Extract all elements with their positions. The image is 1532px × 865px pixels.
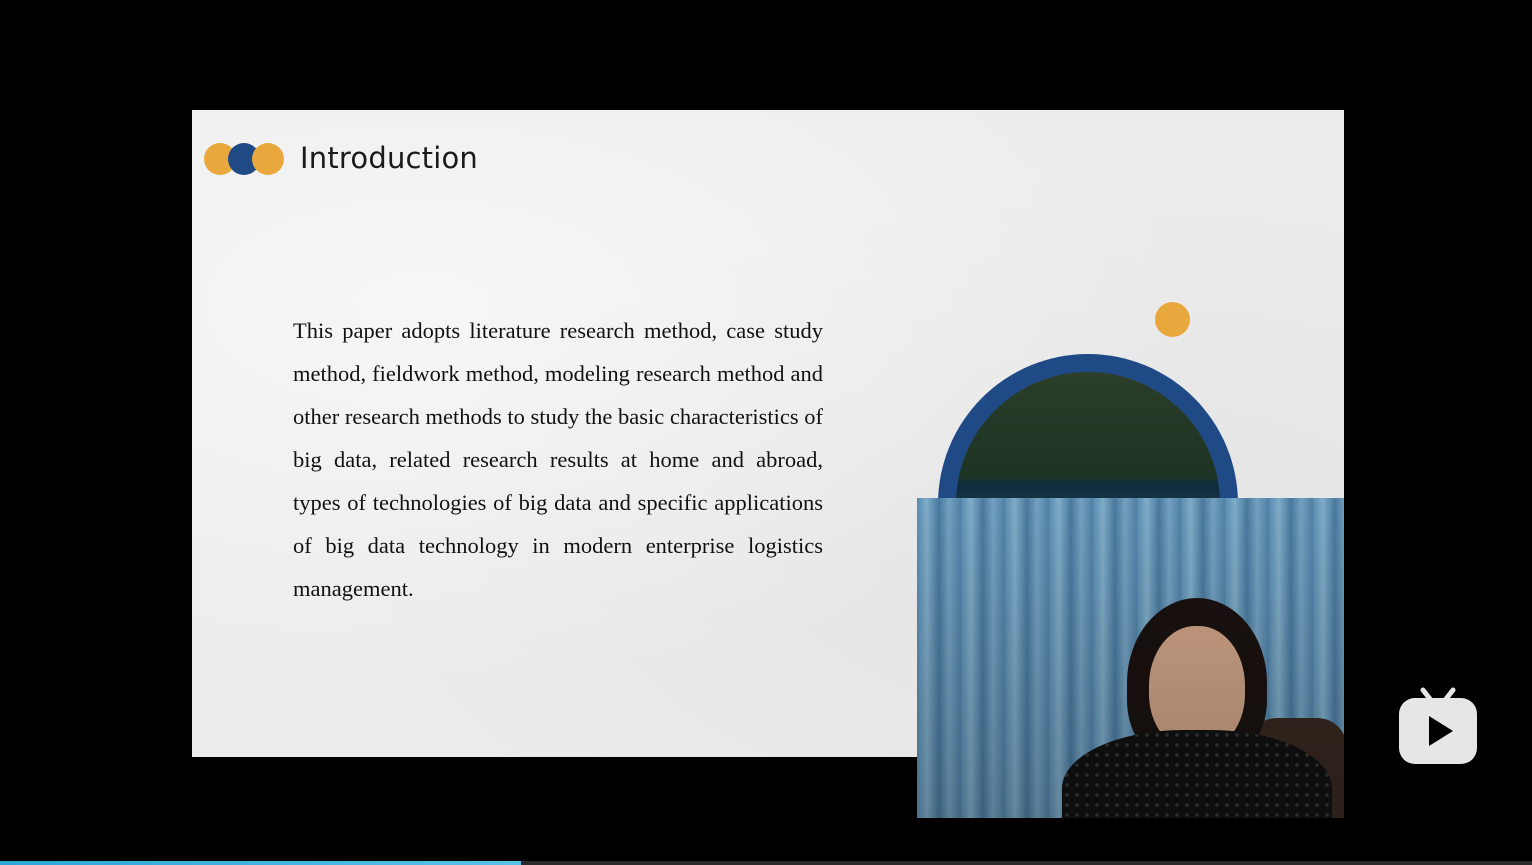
video-player[interactable]: Introduction This paper adopts literatur… xyxy=(0,0,1532,865)
decorative-dots-icon xyxy=(202,140,288,176)
playback-progress-bar[interactable] xyxy=(0,861,1532,865)
accent-dot xyxy=(1155,302,1190,337)
webcam-shading xyxy=(917,498,1344,818)
bilibili-tv-icon-svg xyxy=(1399,687,1477,764)
bilibili-tv-icon[interactable] xyxy=(1397,686,1479,766)
slide-header: Introduction xyxy=(202,138,478,178)
slide-body-text: This paper adopts literature research me… xyxy=(293,318,823,601)
playback-progress-fill xyxy=(0,861,521,865)
presenter-webcam xyxy=(917,498,1344,818)
gold-dot xyxy=(252,143,284,175)
slide-title: Introduction xyxy=(300,141,479,175)
